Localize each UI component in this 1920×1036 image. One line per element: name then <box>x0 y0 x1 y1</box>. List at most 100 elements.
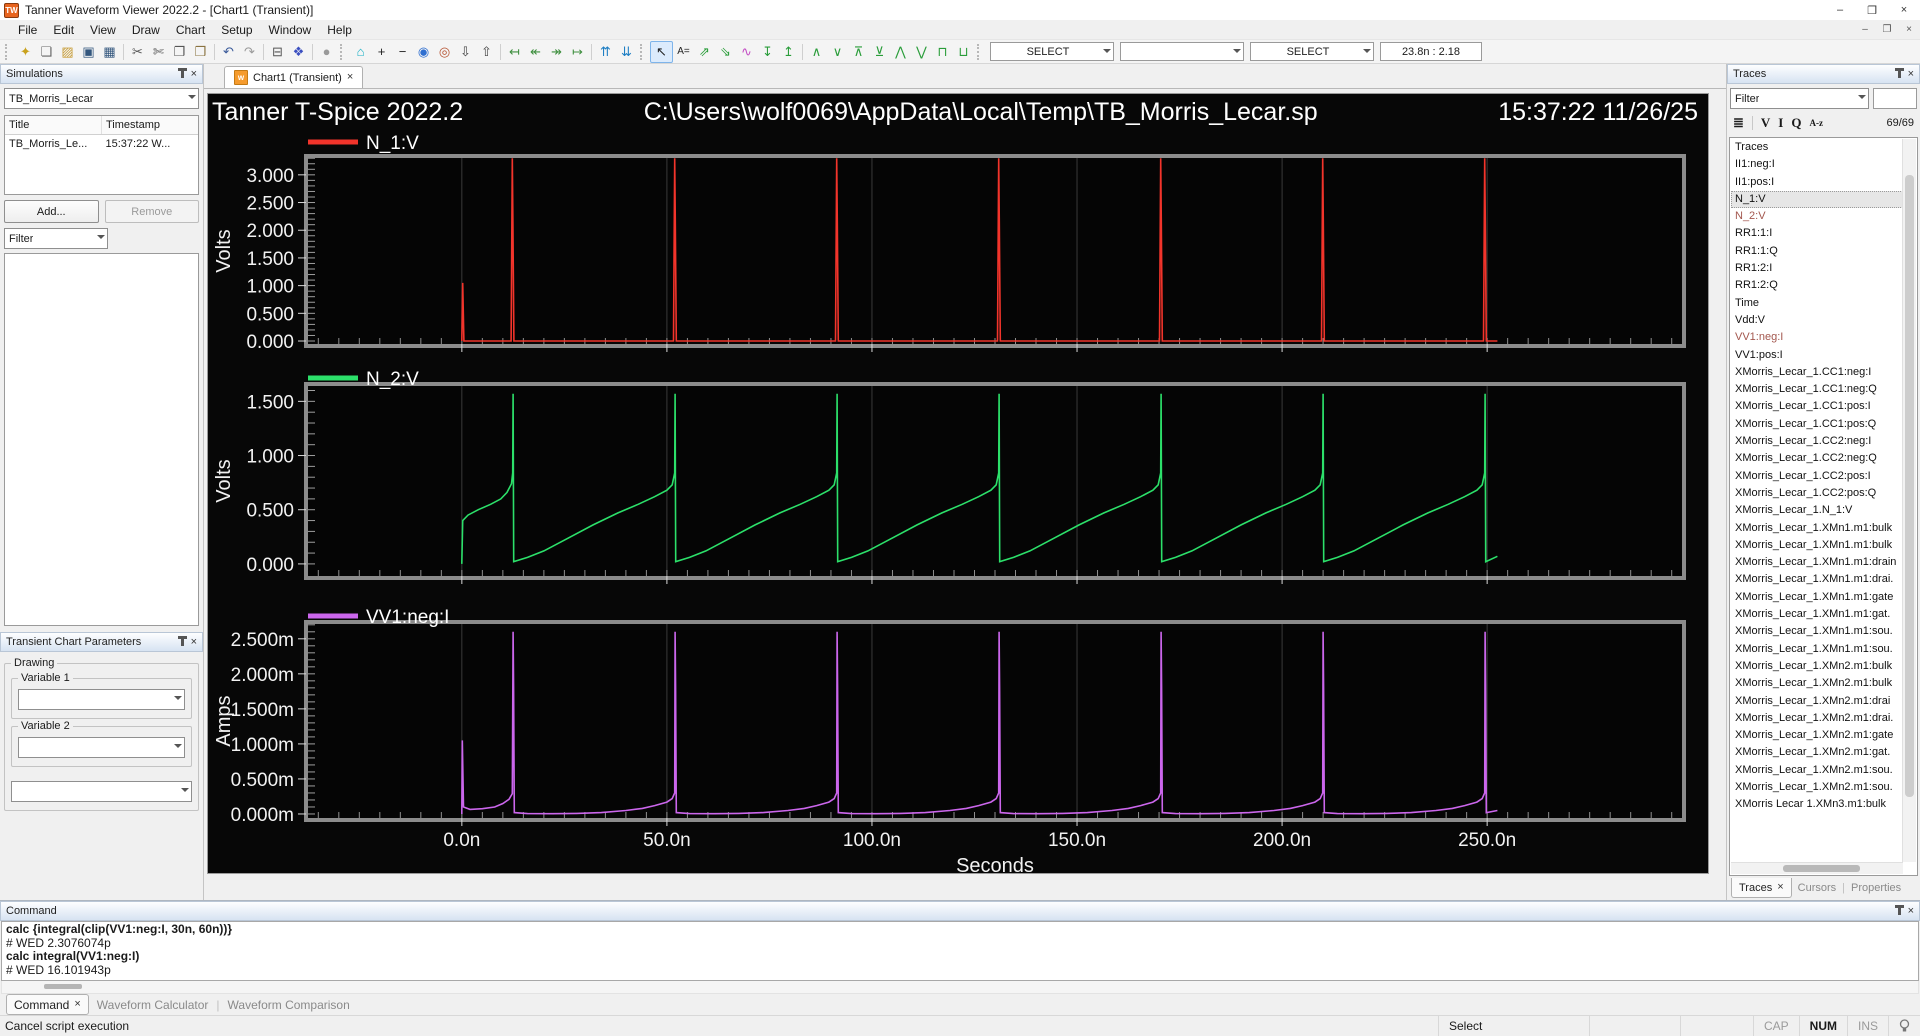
trace-item[interactable]: RR1:2:I <box>1731 260 1903 277</box>
remove-simulation-button[interactable]: Remove <box>105 200 200 223</box>
trace-item[interactable]: XMorris_Lecar_1.N_1:V <box>1731 502 1903 519</box>
scrollbar-thumb[interactable] <box>44 984 82 989</box>
edge-value-1-combo[interactable] <box>1120 42 1244 61</box>
trace-item[interactable]: XMorris_Lecar_1.XMn2.m1:sou. <box>1731 762 1903 779</box>
tab-command[interactable]: Command × <box>6 994 89 1015</box>
trace-item[interactable]: XMorris Lecar 1.XMn3.m1:bulk <box>1731 796 1903 813</box>
trace-item[interactable]: XMorris_Lecar_1.CC2:pos:I <box>1731 468 1903 485</box>
minimize-icon[interactable]: – <box>1824 0 1856 20</box>
print-icon[interactable]: ⊟ <box>267 42 288 62</box>
zoom-box-icon[interactable]: ◉ <box>413 42 434 62</box>
menu-file[interactable]: File <box>10 22 45 38</box>
menu-help[interactable]: Help <box>319 22 360 38</box>
trace-item[interactable]: RR1:1:I <box>1731 225 1903 242</box>
child-close-icon[interactable]: × <box>1898 20 1920 39</box>
measure-average-icon[interactable]: ∿ <box>736 42 757 62</box>
trace-item[interactable]: XMorris_Lecar_1.XMn1.m1:sou. <box>1731 641 1903 658</box>
trace-item[interactable]: Traces <box>1731 139 1903 156</box>
undo-icon[interactable]: ↶ <box>218 42 239 62</box>
new-icon[interactable]: ❏ <box>36 42 57 62</box>
trace-item[interactable]: XMorris_Lecar_1.XMn2.m1:sou. <box>1731 779 1903 796</box>
home-view-icon[interactable]: ⌂ <box>350 42 371 62</box>
cursor-label-icon[interactable]: ↥ <box>778 42 799 62</box>
trace-item[interactable]: II1:pos:I <box>1731 174 1903 191</box>
push-down-icon[interactable]: ⇩ <box>455 42 476 62</box>
peak-up-icon[interactable]: ∧ <box>806 42 827 62</box>
trace-item[interactable]: XMorris_Lecar_1.CC1:neg:I <box>1731 364 1903 381</box>
save-all-icon[interactable]: ▦ <box>99 42 120 62</box>
measure-fall-icon[interactable]: ⇘ <box>715 42 736 62</box>
trace-list-hscrollbar[interactable] <box>1731 862 1903 874</box>
measure-rise-icon[interactable]: ⇗ <box>694 42 715 62</box>
zoom-in-icon[interactable]: + <box>371 42 392 62</box>
crossing-icon[interactable]: ⋀ <box>890 42 911 62</box>
trace-item[interactable]: XMorris_Lecar_1.CC2:pos:Q <box>1731 485 1903 502</box>
copy-icon[interactable]: ❐ <box>169 42 190 62</box>
child-minimize-icon[interactable]: – <box>1854 20 1876 39</box>
save-icon[interactable]: ▣ <box>78 42 99 62</box>
close-panel-icon[interactable]: × <box>191 69 197 80</box>
command-output[interactable]: calc {integral(clip(VV1:neg:I, 30n, 60n)… <box>1 921 1919 981</box>
edge-select-2-combo[interactable]: SELECT <box>1250 42 1374 61</box>
menu-window[interactable]: Window <box>261 22 320 38</box>
tab-traces[interactable]: Traces × <box>1731 878 1792 898</box>
table-row[interactable]: TB_Morris_Le... 15:37:22 W... <box>5 135 198 153</box>
menu-setup[interactable]: Setup <box>213 22 260 38</box>
traces-filter-combo[interactable]: Filter <box>1730 88 1869 109</box>
close-panel-icon[interactable]: × <box>1908 69 1914 80</box>
redo-icon[interactable]: ↷ <box>239 42 260 62</box>
trace-move-down-icon[interactable]: ⇊ <box>616 42 637 62</box>
toolbar-handle[interactable] <box>5 44 12 60</box>
trace-item[interactable]: XMorris_Lecar_1.XMn2.m1:drai. <box>1731 710 1903 727</box>
close-panel-icon[interactable]: × <box>191 637 197 648</box>
simulations-list[interactable] <box>4 253 199 626</box>
select-tool-icon[interactable]: ↖ <box>650 41 673 63</box>
trace-item[interactable]: XMorris_Lecar_1.XMn1.m1:drain <box>1731 554 1903 571</box>
window-left-icon[interactable]: ⊓ <box>932 42 953 62</box>
pan-far-right-icon[interactable]: ↦ <box>567 42 588 62</box>
charge-filter-icon[interactable]: Q <box>1791 115 1801 131</box>
stop-icon[interactable]: ● <box>316 42 337 62</box>
chart-canvas[interactable]: Tanner T-Spice 2022.2 C:\Users\wolf0069\… <box>207 93 1709 874</box>
cut-icon[interactable]: ✂ <box>127 42 148 62</box>
trace-item[interactable]: XMorris_Lecar_1.XMn2.m1:bulk <box>1731 675 1903 692</box>
tree-view-icon[interactable]: ≣ <box>1733 115 1744 131</box>
child-restore-icon[interactable]: ❐ <box>1876 20 1898 39</box>
trace-item[interactable]: XMorris_Lecar_1.XMn2.m1:gate <box>1731 727 1903 744</box>
variable1-combo[interactable] <box>18 689 185 710</box>
trace-item[interactable]: N_2:V <box>1731 208 1903 225</box>
voltage-filter-icon[interactable]: V <box>1761 115 1770 131</box>
command-hscrollbar[interactable] <box>1 981 1919 994</box>
add-simulation-button[interactable]: Add... <box>4 200 99 223</box>
trace-item[interactable]: XMorris_Lecar_1.XMn1.m1:sou. <box>1731 623 1903 640</box>
trace-item[interactable]: RR1:2:Q <box>1731 277 1903 294</box>
pin-icon[interactable] <box>1898 908 1901 915</box>
scrollbar-thumb[interactable] <box>1905 175 1914 797</box>
tab-cursors[interactable]: Cursors <box>1798 882 1837 894</box>
trace-item[interactable]: XMorris_Lecar_1.CC2:neg:I <box>1731 433 1903 450</box>
new-chart-icon[interactable]: ✦ <box>15 42 36 62</box>
pan-left-icon[interactable]: ↞ <box>525 42 546 62</box>
trace-item[interactable]: VV1:pos:I <box>1731 347 1903 364</box>
trace-item[interactable]: XMorris_Lecar_1.XMn2.m1:bulk <box>1731 658 1903 675</box>
edge-fall-icon[interactable]: ⊻ <box>869 42 890 62</box>
trace-item[interactable]: II1:neg:I <box>1731 156 1903 173</box>
zoom-special-icon[interactable]: ◎ <box>434 42 455 62</box>
tab-waveform-calculator[interactable]: Waveform Calculator <box>97 998 209 1012</box>
trace-item[interactable]: XMorris_Lecar_1.XMn1.m1:bulk <box>1731 537 1903 554</box>
pin-icon[interactable] <box>1898 71 1901 78</box>
trace-item[interactable]: XMorris_Lecar_1.CC2:neg:Q <box>1731 450 1903 467</box>
help-book-icon[interactable]: ❖ <box>288 42 309 62</box>
open-icon[interactable]: ▨ <box>57 42 78 62</box>
annotate-text-icon[interactable]: A= <box>673 42 694 62</box>
extra-parameter-combo[interactable] <box>11 781 192 802</box>
simulations-table[interactable]: Title Timestamp TB_Morris_Le... 15:37:22… <box>4 115 199 195</box>
toolbar-handle[interactable] <box>977 44 984 60</box>
edge-rise-icon[interactable]: ⊼ <box>848 42 869 62</box>
trace-item[interactable]: RR1:1:Q <box>1731 243 1903 260</box>
trace-item[interactable]: Time <box>1731 295 1903 312</box>
cut-trace-icon[interactable]: ✄ <box>148 42 169 62</box>
tab-properties[interactable]: Properties <box>1851 882 1901 894</box>
simulations-filter-combo[interactable]: Filter <box>4 228 108 249</box>
variable2-combo[interactable] <box>18 737 185 758</box>
